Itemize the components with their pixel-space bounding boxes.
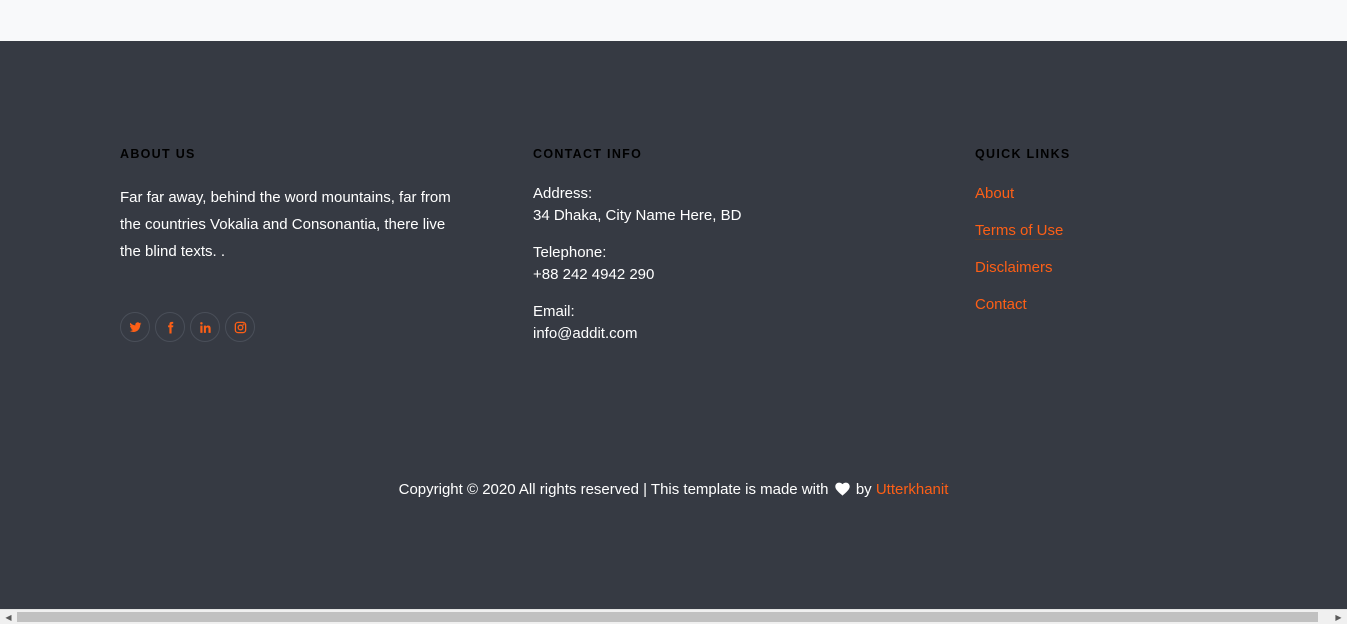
list-item: Terms of Use — [975, 220, 1064, 257]
instagram-link[interactable] — [225, 312, 255, 342]
email-value: info@addit.com — [533, 325, 638, 342]
scrollbar-thumb[interactable] — [17, 612, 1318, 622]
social-links — [120, 312, 255, 342]
about-us-text: Far far away, behind the word mountains,… — [120, 189, 451, 260]
telephone-label: Telephone: — [533, 244, 607, 261]
scroll-left-arrow-icon[interactable]: ◀ — [0, 610, 17, 624]
telephone-block: Telephone: +88 242 4942 290 — [533, 242, 654, 286]
copyright-by: by — [855, 481, 872, 498]
address-block: Address: 34 Dhaka, City Name Here, BD — [533, 183, 741, 227]
site-footer: About Us Far far away, behind the word m… — [0, 41, 1347, 609]
author-link[interactable]: Utterkhanit — [876, 481, 949, 498]
twitter-icon — [129, 321, 141, 332]
copyright-line: Copyright © 2020 All rights reserved | T… — [0, 479, 1347, 501]
quick-link-disclaimers[interactable]: Disclaimers — [975, 259, 1053, 277]
list-item: Disclaimers — [975, 257, 1063, 294]
telephone-value: +88 242 4942 290 — [533, 266, 655, 283]
quick-links-heading: Quick Links — [975, 147, 1071, 161]
page-top-strip — [0, 0, 1347, 41]
list-item: About — [975, 183, 1063, 220]
list-item: Contact — [975, 294, 1063, 331]
address-value: 34 Dhaka, City Name Here, BD — [533, 207, 742, 224]
horizontal-scrollbar[interactable]: ◀ ▶ — [0, 609, 1347, 624]
copyright-text: Copyright © 2020 All rights reserved | T… — [398, 481, 829, 498]
quick-link-contact[interactable]: Contact — [975, 296, 1027, 314]
scroll-right-arrow-icon[interactable]: ▶ — [1330, 610, 1347, 624]
facebook-icon — [167, 321, 173, 333]
address-label: Address: — [533, 185, 593, 202]
facebook-link[interactable] — [155, 312, 185, 342]
instagram-icon — [234, 321, 246, 333]
email-label: Email: — [533, 303, 575, 320]
quick-links-list: About Terms of Use Disclaimers Contact — [975, 183, 1064, 331]
linkedin-link[interactable] — [190, 312, 220, 342]
quick-link-terms-of-use[interactable]: Terms of Use — [975, 222, 1064, 240]
linkedin-icon — [199, 321, 211, 333]
about-us-heading: About Us — [120, 147, 196, 161]
contact-info-heading: Contact Info — [533, 147, 643, 161]
email-block: Email: info@addit.com — [533, 301, 637, 345]
quick-link-about[interactable]: About — [975, 185, 1014, 203]
twitter-link[interactable] — [120, 312, 150, 342]
heart-icon — [834, 482, 850, 496]
